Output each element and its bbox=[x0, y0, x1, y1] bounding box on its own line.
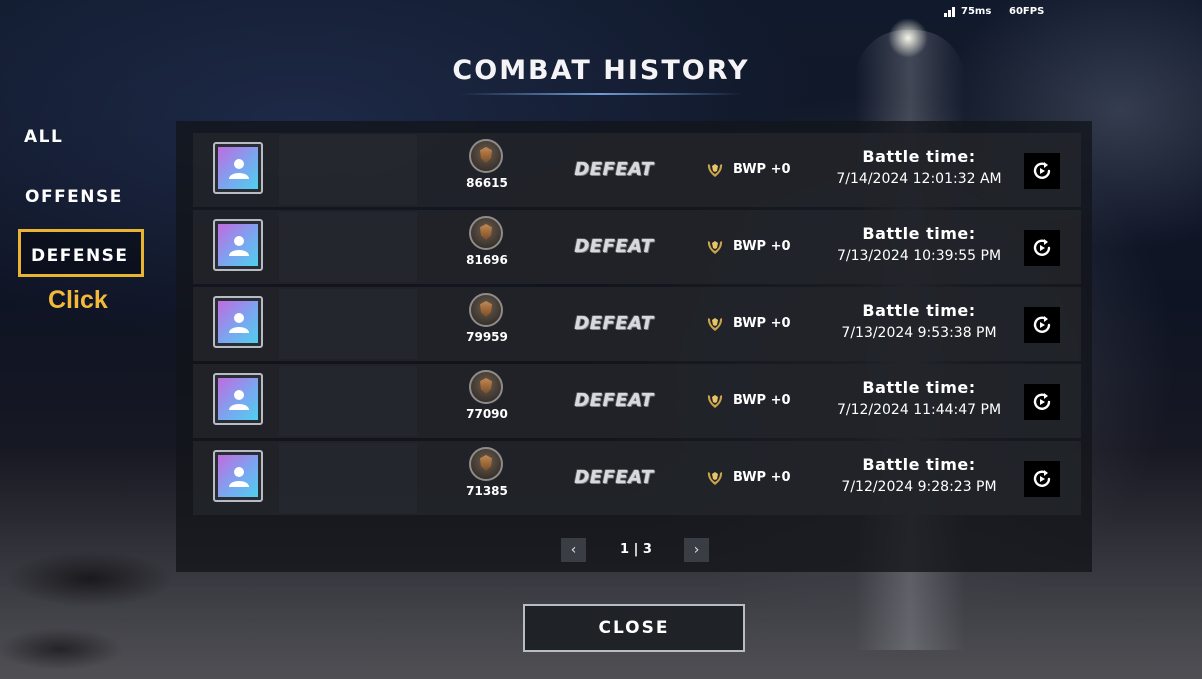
history-row: 86615 DEFEAT BWP +0 Battle time: 7/14/20… bbox=[193, 133, 1081, 207]
laurel-emblem-icon bbox=[707, 318, 723, 331]
replay-button[interactable] bbox=[1024, 307, 1060, 343]
click-annotation: Click bbox=[48, 286, 108, 314]
battle-result: DEFEAT bbox=[574, 159, 654, 180]
laurel-emblem-icon bbox=[707, 395, 723, 408]
row-name-area bbox=[279, 366, 417, 436]
replay-icon bbox=[1033, 239, 1051, 256]
rank-shield-badge-icon bbox=[469, 447, 503, 481]
battle-result: DEFEAT bbox=[574, 390, 654, 411]
player-avatar bbox=[213, 142, 263, 194]
replay-icon bbox=[1033, 470, 1051, 487]
page-indicator: 1 | 3 bbox=[620, 542, 652, 557]
laurel-emblem-icon bbox=[707, 472, 723, 485]
rank-shield-badge-icon bbox=[469, 370, 503, 404]
row-name-area bbox=[279, 289, 417, 359]
prev-page-button[interactable]: ‹ bbox=[561, 538, 586, 562]
rank-shield-badge-icon bbox=[469, 216, 503, 250]
history-row: 81696 DEFEAT BWP +0 Battle time: 7/13/20… bbox=[193, 210, 1081, 284]
ping-readout: 75ms bbox=[961, 6, 992, 17]
bwp-change: BWP +0 bbox=[733, 239, 791, 254]
tab-defense[interactable]: DEFENSE bbox=[31, 246, 129, 266]
tab-offense[interactable]: OFFENSE bbox=[25, 187, 123, 207]
battle-time-value: 7/12/2024 9:28:23 PM bbox=[841, 479, 997, 495]
battle-result: DEFEAT bbox=[574, 467, 654, 488]
row-name-area bbox=[279, 135, 417, 205]
player-avatar bbox=[213, 373, 263, 425]
battle-result: DEFEAT bbox=[574, 313, 654, 334]
battle-time-label: Battle time: bbox=[862, 147, 976, 166]
battle-time-label: Battle time: bbox=[862, 301, 976, 320]
row-name-area bbox=[279, 212, 417, 282]
user-silhouette-icon bbox=[218, 455, 258, 497]
battle-time-label: Battle time: bbox=[862, 455, 976, 474]
bwp-change: BWP +0 bbox=[733, 470, 791, 485]
fps-readout: 60FPS bbox=[1009, 6, 1045, 17]
rank-shield-badge-icon bbox=[469, 139, 503, 173]
user-silhouette-icon bbox=[218, 301, 258, 343]
replay-button[interactable] bbox=[1024, 461, 1060, 497]
signal-icon bbox=[944, 7, 958, 17]
background-light bbox=[888, 18, 928, 58]
replay-icon bbox=[1033, 162, 1051, 179]
replay-icon bbox=[1033, 316, 1051, 333]
title-underline bbox=[460, 93, 742, 95]
tab-all[interactable]: ALL bbox=[24, 127, 63, 147]
laurel-emblem-icon bbox=[707, 241, 723, 254]
chevron-right-icon: › bbox=[693, 542, 700, 558]
chevron-left-icon: ‹ bbox=[570, 542, 577, 558]
replay-button[interactable] bbox=[1024, 384, 1060, 420]
rank-score: 71385 bbox=[466, 484, 508, 498]
row-name-area bbox=[279, 443, 417, 513]
page-title: COMBAT HISTORY bbox=[452, 55, 750, 86]
bwp-change: BWP +0 bbox=[733, 316, 791, 331]
battle-time-label: Battle time: bbox=[862, 378, 976, 397]
rank-score: 79959 bbox=[466, 330, 508, 344]
user-silhouette-icon bbox=[218, 147, 258, 189]
battle-time-value: 7/13/2024 10:39:55 PM bbox=[836, 248, 1002, 264]
history-row: 71385 DEFEAT BWP +0 Battle time: 7/12/20… bbox=[193, 441, 1081, 515]
rank-score: 77090 bbox=[466, 407, 508, 421]
bwp-change: BWP +0 bbox=[733, 393, 791, 408]
history-row: 79959 DEFEAT BWP +0 Battle time: 7/13/20… bbox=[193, 287, 1081, 361]
close-button[interactable]: CLOSE bbox=[523, 604, 745, 652]
player-avatar bbox=[213, 450, 263, 502]
battle-time-label: Battle time: bbox=[862, 224, 976, 243]
bwp-change: BWP +0 bbox=[733, 162, 791, 177]
replay-button[interactable] bbox=[1024, 153, 1060, 189]
rank-score: 86615 bbox=[466, 176, 508, 190]
replay-icon bbox=[1033, 393, 1051, 410]
history-row: 77090 DEFEAT BWP +0 Battle time: 7/12/20… bbox=[193, 364, 1081, 438]
replay-button[interactable] bbox=[1024, 230, 1060, 266]
battle-time-value: 7/14/2024 12:01:32 AM bbox=[836, 171, 1002, 187]
rank-shield-badge-icon bbox=[469, 293, 503, 327]
player-avatar bbox=[213, 219, 263, 271]
user-silhouette-icon bbox=[218, 224, 258, 266]
battle-result: DEFEAT bbox=[574, 236, 654, 257]
laurel-emblem-icon bbox=[707, 164, 723, 177]
next-page-button[interactable]: › bbox=[684, 538, 709, 562]
player-avatar bbox=[213, 296, 263, 348]
user-silhouette-icon bbox=[218, 378, 258, 420]
battle-time-value: 7/13/2024 9:53:38 PM bbox=[841, 325, 997, 341]
battle-time-value: 7/12/2024 11:44:47 PM bbox=[836, 402, 1002, 418]
rank-score: 81696 bbox=[466, 253, 508, 267]
